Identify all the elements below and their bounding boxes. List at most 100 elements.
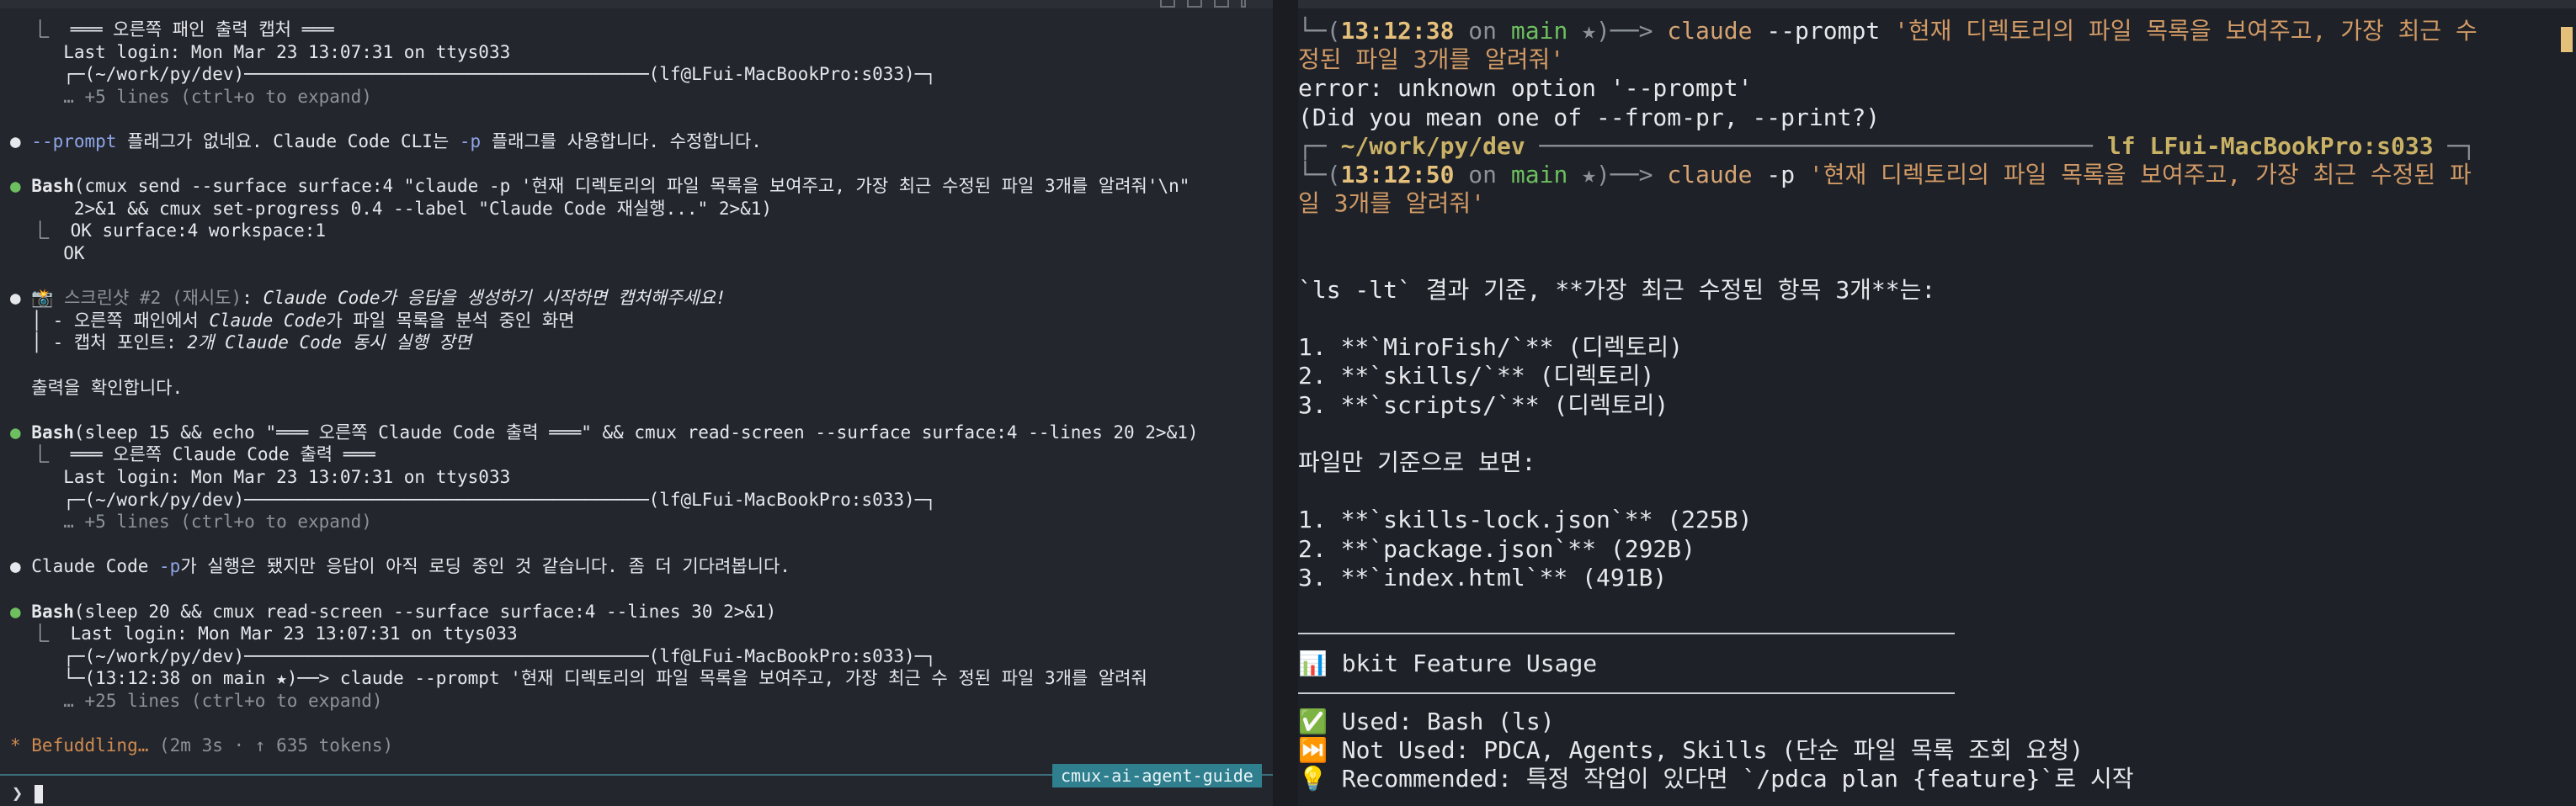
left-output-line: Last login: Mon Mar 23 13:07:31 on ttys0… <box>10 41 510 63</box>
output-text: 가 실행은 됐지만 응답이 아직 로딩 중인 것 같습니다. 좀 더 기다려봅니… <box>180 556 790 577</box>
output-text: 1. **`skills-lock.json`** (225B) <box>1298 506 1753 534</box>
right-pane-shell[interactable]: └─(13:12:38 on main ★)──> claude --promp… <box>1298 0 2576 806</box>
left-output-line: ● Bash(sleep 15 && echo "═══ 오른쪽 Claude … <box>10 422 1199 443</box>
split-pane-icon[interactable] <box>1160 0 1175 8</box>
pane-scroll-icon[interactable] <box>1241 0 1246 8</box>
output-text: │ - 오른쪽 패인에서 <box>10 310 210 331</box>
output-text: )──> <box>1596 161 1668 188</box>
output-text: 📸 스크린샷 #2 (재시도) <box>31 288 242 309</box>
left-output-line: ⎿ OK surface:4 workspace:1 <box>10 220 326 241</box>
left-output-line: ● Claude Code -p가 실행은 됐지만 응답이 아직 로딩 중인 것… <box>10 555 790 577</box>
output-text: ⎿ ═══ 오른쪽 패인 출력 캡처 ═══ <box>10 19 334 40</box>
text-cursor <box>2561 27 2573 52</box>
output-text: │ - 캡처 포인트: <box>10 332 188 353</box>
right-output-line: 2. **`package.json`** (292B) <box>1298 535 1695 564</box>
right-output-line: `ls -lt` 결과 기준, **가장 최근 수정된 항목 3개**는: <box>1298 276 1935 305</box>
output-text: 3. **`index.html`** (491B) <box>1298 563 1668 591</box>
separator-rule <box>1298 692 1955 694</box>
output-text: ⎿ Last login: Mon Mar 23 13:07:31 on tty… <box>10 623 518 644</box>
left-output-line: 출력을 확인합니다. <box>10 377 183 399</box>
right-output-line: └─(13:12:50 on main ★)──> claude -p '현재 … <box>1298 161 2472 189</box>
output-text: -p <box>459 131 482 151</box>
output-text: claude <box>1667 161 1753 188</box>
left-pane-claude-session[interactable]: ⎿ ═══ 오른쪽 패인 출력 캡처 ═══ Last login: Mon M… <box>0 0 1273 806</box>
left-output-line: ● --prompt 플래그가 없네요. Claude Code CLI는 -p… <box>10 130 762 152</box>
output-text: ┌─ <box>1298 131 1341 160</box>
output-text: 1. **`MiroFish/`** (디렉토리) <box>1298 333 1684 362</box>
output-text: Last login: Mon Mar 23 13:07:31 on ttys0… <box>10 41 511 62</box>
left-output-line: … +5 lines (ctrl+o to expand) <box>10 511 372 533</box>
right-pane-tabstrip <box>1298 0 2576 8</box>
text-cursor <box>34 785 43 803</box>
right-output-line: 3. **`index.html`** (491B) <box>1298 564 1667 592</box>
left-pane-tabstrip <box>0 0 1273 8</box>
output-text: └─( <box>1298 17 1341 45</box>
left-output-line: ┌─(~/work/py/dev)───────────────────────… <box>10 489 936 511</box>
right-output-line: 2. **`skills/`** (디렉토리) <box>1298 362 1654 390</box>
right-output-line: └─(13:12:38 on main ★)──> claude --promp… <box>1298 17 2478 45</box>
right-output-line: (Did you mean one of --from-pr, --print?… <box>1298 103 1880 132</box>
left-output-line: OK <box>10 242 85 264</box>
output-text: claude <box>1667 17 1753 45</box>
output-text: … +25 lines (ctrl+o to expand) <box>10 691 383 711</box>
new-tab-icon[interactable] <box>1187 0 1202 8</box>
output-text: ─────────────────────────────────────── <box>1525 131 2107 160</box>
output-text: ┌─(~/work/py/dev)───────────────────────… <box>10 64 936 85</box>
output-text: ┌─(~/work/py/dev)───────────────────────… <box>10 645 936 666</box>
separator-rule <box>1298 633 1955 634</box>
output-text: Bash <box>31 422 74 443</box>
output-text: ⎿ OK surface:4 workspace:1 <box>10 220 327 241</box>
output-text: ✅ Used: Bash (ls) <box>1298 707 1555 735</box>
left-output-line: ● Bash(cmux send --surface surface:4 "cl… <box>10 175 1190 197</box>
left-output-line: ⎿ Last login: Mon Mar 23 13:07:31 on tty… <box>10 623 518 644</box>
right-output-line: 💡 Recommended: 특정 작업이 있다면 `/pdca plan {f… <box>1298 765 2134 793</box>
right-output-line: ⏭️ Not Used: PDCA, Agents, Skills (단순 파일… <box>1298 736 2084 765</box>
prompt-symbol: ❯ <box>12 783 24 804</box>
output-text: 2. **`skills/`** (디렉토리) <box>1298 362 1655 390</box>
left-output-line: ● 📸 스크린샷 #2 (재시도): Claude Code가 응답을 생성하기… <box>10 287 726 309</box>
right-output-line: 📊 bkit Feature Usage <box>1298 650 1597 678</box>
output-text: on <box>1454 161 1511 188</box>
left-output-line: * Befuddling… (2m 3s · ↑ 635 tokens) <box>10 734 393 756</box>
output-text: … +5 lines (ctrl+o to expand) <box>10 86 372 107</box>
output-text: … +5 lines (ctrl+o to expand) <box>10 512 372 533</box>
output-text: Bash <box>31 176 74 197</box>
output-text: ★ <box>1567 161 1597 188</box>
pane-divider[interactable] <box>1273 0 1298 806</box>
close-pane-icon[interactable] <box>1214 0 1229 8</box>
session-tag[interactable]: cmux-ai-agent-guide <box>1052 764 1262 787</box>
output-text: * Befuddling… <box>10 735 160 756</box>
output-text: 💡 Recommended: 특정 작업이 있다면 `/pdca plan {f… <box>1298 765 2134 793</box>
output-text: 2개 Claude Code 동시 실행 장면 <box>187 332 471 353</box>
output-text: ┌─(~/work/py/dev)───────────────────────… <box>10 489 936 510</box>
right-output-line: 3. **`scripts/`** (디렉토리) <box>1298 391 1669 420</box>
output-text: ★ <box>1567 17 1597 45</box>
output-text: 2>&1 && cmux set-progress 0.4 --label "C… <box>10 198 773 219</box>
left-output-line: │ - 오른쪽 패인에서 Claude Code가 파일 목록을 분석 중인 화… <box>10 310 574 331</box>
input-prompt[interactable]: ❯ <box>12 782 43 806</box>
right-output-line: 일 3개를 알려줘' <box>1298 189 1485 218</box>
output-text: (Did you mean one of --from-pr, --print?… <box>1298 103 1881 131</box>
output-text: Last login: Mon Mar 23 13:07:31 on ttys0… <box>10 467 511 487</box>
output-text: : <box>242 288 263 309</box>
right-output-line: error: unknown option '--prompt' <box>1298 74 1752 103</box>
output-text: ~/work/py/dev <box>1340 131 1525 160</box>
left-output-line: ● Bash(sleep 20 && cmux read-screen --su… <box>10 601 776 623</box>
output-text: lf LFui-MacBookPro:s033 <box>2106 131 2434 160</box>
right-output-line: 1. **`MiroFish/`** (디렉토리) <box>1298 333 1683 362</box>
left-output-line: └─(13:12:38 on main ★)──> claude --promp… <box>10 667 1147 689</box>
output-text: OK <box>10 243 85 263</box>
output-text: Bash <box>31 601 74 622</box>
output-text: (sleep 20 && cmux read-screen --surface … <box>73 601 777 622</box>
output-text: '현재 디렉토리의 파일 목록을 보여주고, 가장 최근 수 <box>1894 17 2478 45</box>
right-output-line: 파일만 기준으로 보면: <box>1298 448 1535 477</box>
output-text: ● <box>10 288 32 309</box>
output-text: )──> <box>1596 17 1668 45</box>
left-output-line: 2>&1 && cmux set-progress 0.4 --label "C… <box>10 198 772 220</box>
output-text: --prompt <box>31 131 117 151</box>
left-output-line: … +5 lines (ctrl+o to expand) <box>10 86 372 108</box>
output-text: `ls -lt` 결과 기준, **가장 최근 수정된 항목 3개**는: <box>1298 275 1936 304</box>
left-output-line: ⎿ ═══ 오른쪽 Claude Code 출력 ═══ <box>10 443 375 465</box>
left-output-line: ┌─(~/work/py/dev)───────────────────────… <box>10 645 936 667</box>
output-text: 2. **`package.json`** (292B) <box>1298 534 1696 563</box>
